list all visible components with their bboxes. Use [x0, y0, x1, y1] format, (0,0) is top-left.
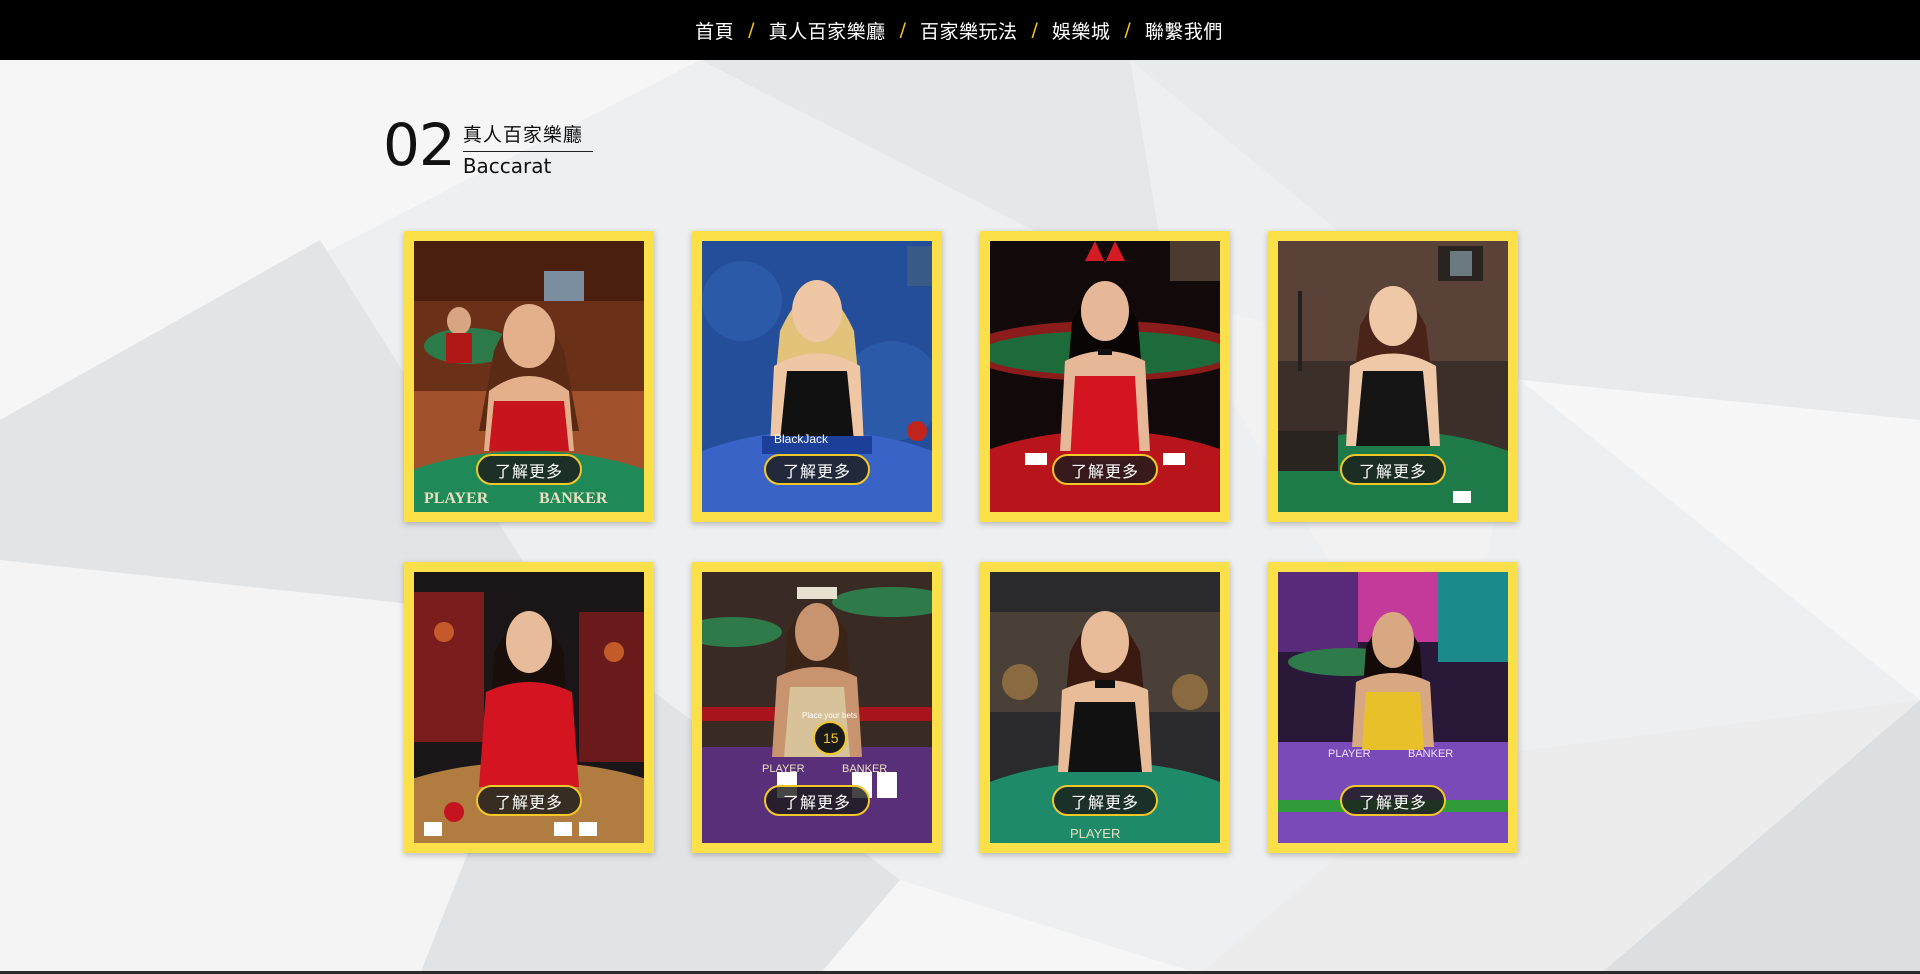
learn-more-button[interactable]: 了解更多 — [1052, 454, 1158, 485]
table-text-player: PLAYER — [1070, 826, 1120, 841]
table-text-banker: BANKER — [842, 763, 887, 775]
dealer-photo: BlackJack 了解更多 — [702, 241, 932, 512]
learn-more-button[interactable]: 了解更多 — [476, 785, 582, 816]
table-text-player: PLAYER — [762, 763, 805, 775]
learn-more-button[interactable]: 了解更多 — [1340, 785, 1446, 816]
dealer-card[interactable]: 了解更多 — [1268, 231, 1518, 522]
dealer-card[interactable]: PLAYER BANKER 了解更多 — [404, 231, 654, 522]
table-text-place-bets: Place your bets — [802, 711, 857, 720]
dealer-photo: 了解更多 — [990, 241, 1220, 512]
section-number: 02 — [383, 111, 456, 179]
table-text-banker: BANKER — [539, 490, 608, 507]
nav-separator: / — [899, 19, 906, 41]
dealer-photo: 了解更多 — [414, 572, 644, 843]
learn-more-button[interactable]: 了解更多 — [764, 454, 870, 485]
nav-live-baccarat[interactable]: 真人百家樂廳 — [769, 17, 886, 44]
nav-how-to-play[interactable]: 百家樂玩法 — [920, 17, 1018, 44]
dealer-photo: PLAYER BANKER 了解更多 — [414, 241, 644, 512]
countdown-number: 15 — [823, 730, 839, 746]
nav-casino[interactable]: 娛樂城 — [1052, 17, 1111, 44]
section-title-english: Baccarat — [462, 154, 552, 178]
section-heading: 02 真人百家樂廳 Baccarat — [383, 115, 593, 178]
dealer-card[interactable]: Place your bets 15 PLAYER BANKER 了解更多 — [692, 562, 942, 853]
learn-more-button[interactable]: 了解更多 — [764, 785, 870, 816]
dealer-card[interactable]: PLAYER 了解更多 — [980, 562, 1230, 853]
table-text-player: PLAYER — [424, 490, 489, 507]
dealer-card[interactable]: BlackJack 了解更多 — [692, 231, 942, 522]
table-text-banker: BANKER — [1408, 748, 1453, 760]
dealer-card[interactable]: PLAYER BANKER 了解更多 — [1268, 562, 1518, 853]
dealer-card[interactable]: 了解更多 — [404, 562, 654, 853]
nav-separator: / — [1031, 19, 1038, 41]
section-titles: 真人百家樂廳 Baccarat — [462, 120, 593, 178]
main-menu: 首頁 / 真人百家樂廳 / 百家樂玩法 / 娛樂城 / 聯繫我們 — [695, 17, 1223, 44]
nav-home[interactable]: 首頁 — [695, 17, 734, 44]
nav-contact[interactable]: 聯繫我們 — [1145, 17, 1223, 44]
learn-more-button[interactable]: 了解更多 — [1340, 454, 1446, 485]
dealer-photo: PLAYER 了解更多 — [990, 572, 1220, 843]
dealer-grid: PLAYER BANKER 了解更多 BlackJack 了解更多 了解更多 了… — [404, 231, 1518, 853]
dealer-photo: 了解更多 — [1278, 241, 1508, 512]
section-title-chinese: 真人百家樂廳 — [462, 120, 593, 152]
nav-separator: / — [1124, 19, 1131, 41]
learn-more-button[interactable]: 了解更多 — [1052, 785, 1158, 816]
top-navigation: 首頁 / 真人百家樂廳 / 百家樂玩法 / 娛樂城 / 聯繫我們 — [0, 0, 1920, 60]
dealer-card[interactable]: 了解更多 — [980, 231, 1230, 522]
learn-more-button[interactable]: 了解更多 — [476, 454, 582, 485]
dealer-photo: PLAYER BANKER 了解更多 — [1278, 572, 1508, 843]
table-text-blackjack: BlackJack — [774, 432, 829, 446]
table-text-player: PLAYER — [1328, 748, 1371, 760]
dealer-photo: Place your bets 15 PLAYER BANKER 了解更多 — [702, 572, 932, 843]
nav-separator: / — [748, 19, 755, 41]
